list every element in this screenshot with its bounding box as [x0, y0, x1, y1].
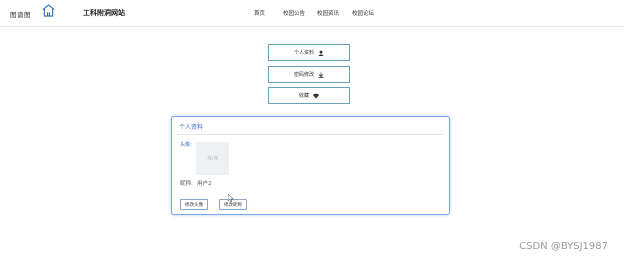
- menu-password-label: 密码修改: [293, 72, 314, 78]
- home-icon[interactable]: [42, 4, 55, 17]
- heart-icon: [313, 93, 319, 99]
- menu-favorites-label: 收藏: [298, 93, 309, 99]
- avatar: N/A: [196, 142, 229, 175]
- menu-profile-button[interactable]: 个人资料: [268, 44, 350, 61]
- nav-link-forum[interactable]: 校园论坛: [352, 9, 374, 17]
- avatar-label: 头像:: [180, 142, 192, 148]
- nickname-value: 用户2: [197, 181, 212, 187]
- top-navbar: 图谱图 工科附洞网站 首页 校园公告 校园资讯 校园论坛: [0, 0, 624, 27]
- user-icon: [318, 50, 324, 56]
- avatar-placeholder: N/A: [207, 155, 218, 162]
- card-divider: [177, 134, 444, 135]
- change-nickname-label: 修改昵称: [224, 202, 242, 208]
- cursor-icon: [228, 194, 234, 202]
- menu-profile-label: 个人资料: [293, 50, 314, 56]
- change-avatar-label: 修改头像: [185, 202, 203, 208]
- profile-card-title: 个人资料: [179, 124, 204, 131]
- download-icon: [318, 72, 324, 78]
- profile-card: 个人资料 头像: N/A 昵称: 用户2 修改头像 修改昵称: [171, 116, 450, 215]
- menu-favorites-button[interactable]: 收藏: [268, 87, 350, 104]
- nav-link-home[interactable]: 首页: [254, 9, 265, 17]
- change-avatar-button[interactable]: 修改头像: [180, 199, 208, 210]
- page: { "header": { "logo_text": "图谱图", "site_…: [0, 0, 624, 263]
- site-title: 工科附洞网站: [83, 9, 125, 17]
- logo-text[interactable]: 图谱图: [10, 9, 31, 19]
- nickname-label: 昵称:: [180, 181, 193, 187]
- nav-link-news[interactable]: 校园资讯: [317, 9, 339, 17]
- nav-link-announcements[interactable]: 校园公告: [283, 9, 305, 17]
- menu-password-button[interactable]: 密码修改: [268, 66, 350, 83]
- watermark: CSDN @BYSJ1987: [519, 241, 608, 252]
